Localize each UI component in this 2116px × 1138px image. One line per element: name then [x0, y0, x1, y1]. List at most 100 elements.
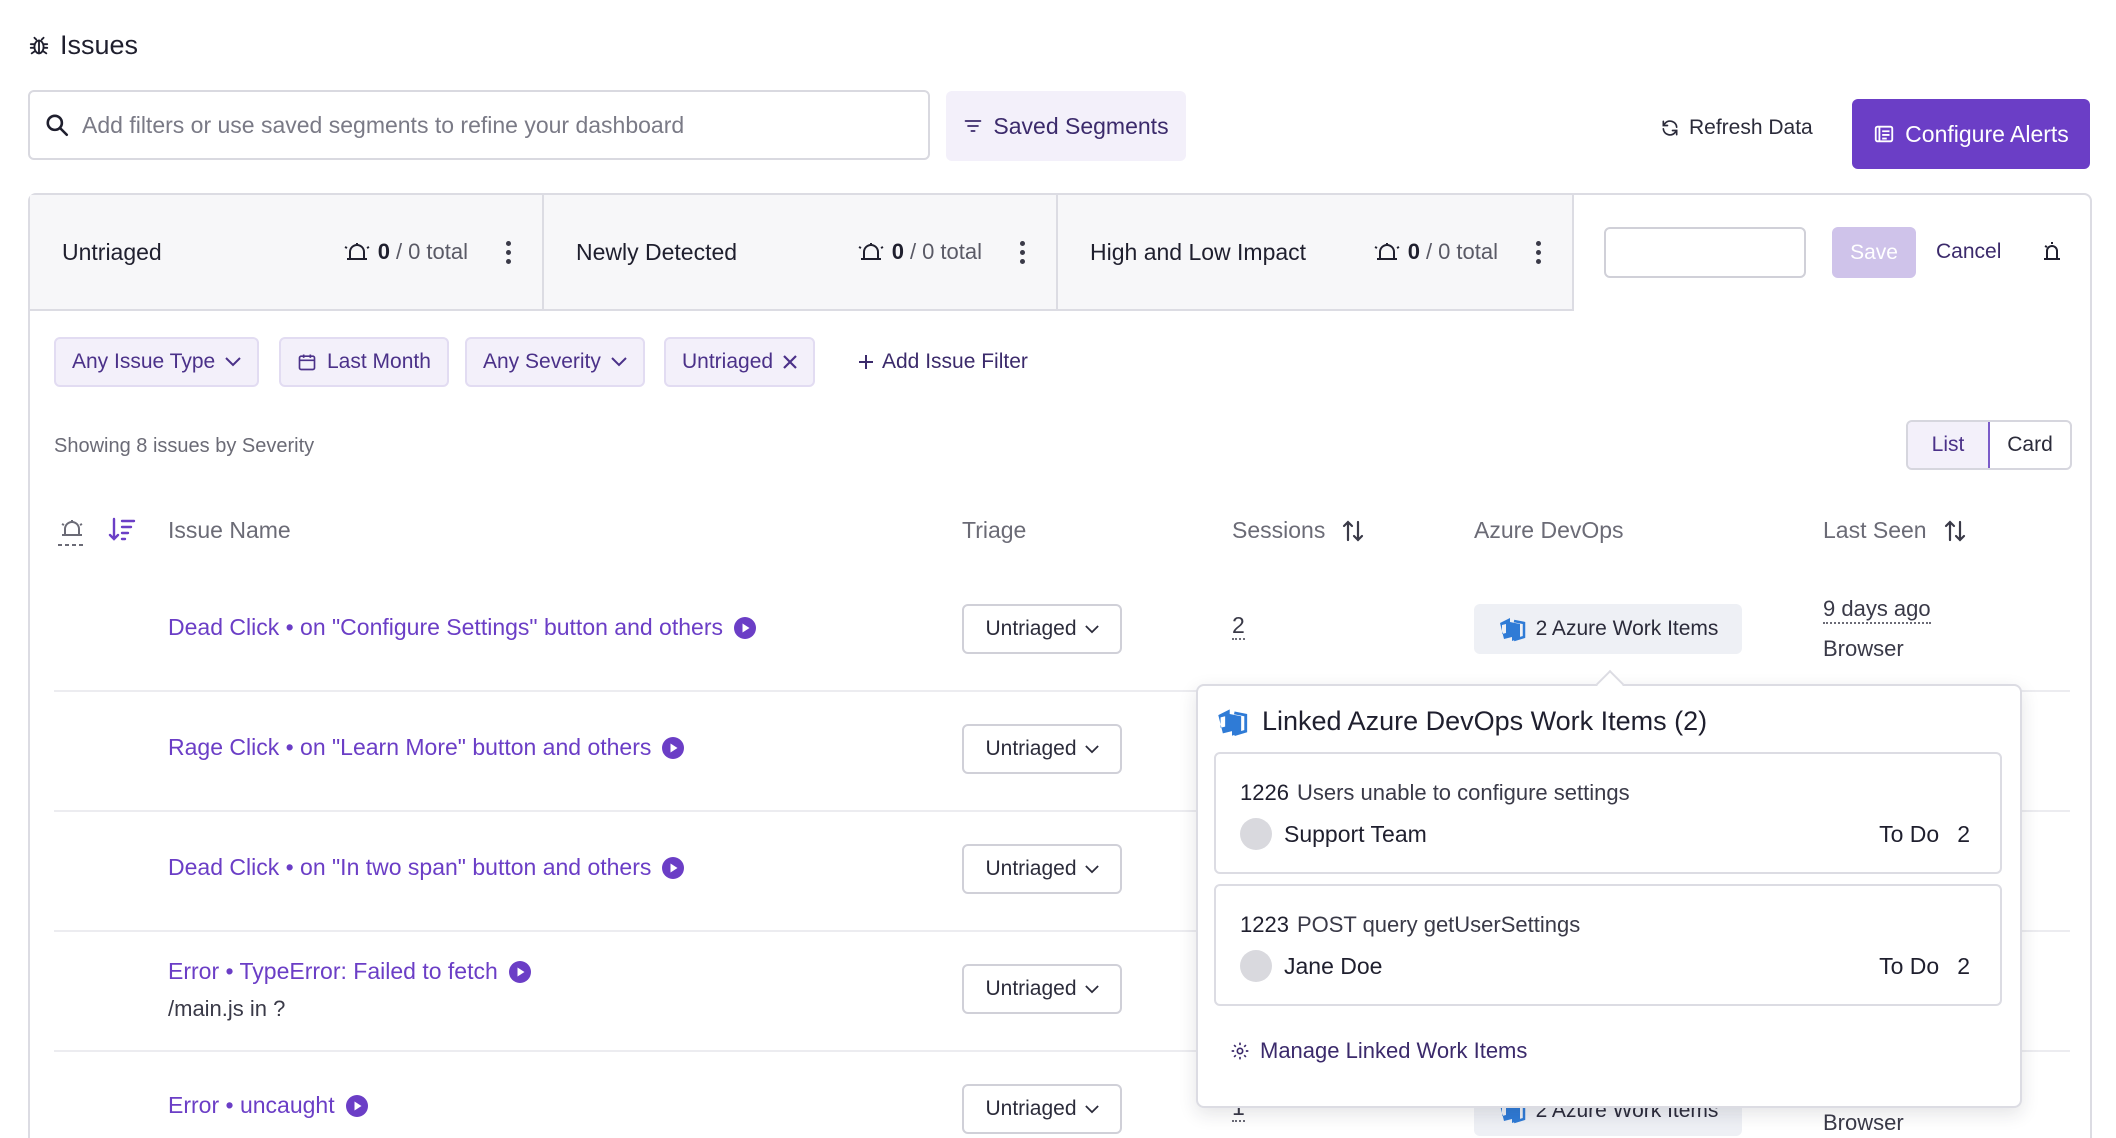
segment-tabs: Untriaged 0/0 total Newly Detected 0/0 t… [30, 195, 1574, 311]
manage-linked-work-items-link[interactable]: Manage Linked Work Items [1230, 1038, 1527, 1064]
play-icon[interactable] [508, 960, 532, 984]
work-item-count: 2 [1957, 952, 1970, 979]
triage-dropdown[interactable]: Untriaged [962, 604, 1122, 654]
issue-location: /main.js in ? [168, 996, 286, 1021]
segment-count-separator: / [395, 239, 403, 264]
results-summary: Showing 8 issues by Severity [54, 435, 315, 457]
segment-tab-newly-detected[interactable]: Newly Detected 0/0 total [544, 195, 1058, 309]
play-icon[interactable] [661, 856, 685, 880]
segment-count-value: 0 [1407, 239, 1420, 264]
issue-link[interactable]: Error • TypeError: Failed to fetch [168, 958, 532, 985]
azure-work-items-label: 2 Azure Work Items [1535, 617, 1719, 640]
segment-count-separator: / [1425, 239, 1433, 264]
date-filter-label: Last Month [327, 350, 431, 373]
segment-alert-icon[interactable] [2042, 239, 2062, 263]
issue-link[interactable]: Error • uncaught [168, 1092, 369, 1119]
bug-icon [28, 35, 50, 57]
date-filter[interactable]: Last Month [279, 337, 449, 387]
sort-icon[interactable] [1341, 519, 1365, 543]
work-item-assignee: Jane Doe [1284, 952, 1383, 979]
work-item-header: 1223 POST query getUserSettings [1240, 912, 1580, 938]
work-item-id: 1226 [1240, 780, 1289, 805]
chevron-down-icon [611, 357, 627, 367]
view-toggle: List Card [1906, 420, 2072, 470]
column-sessions[interactable]: Sessions [1232, 517, 1365, 544]
page-title: Issues [28, 30, 138, 61]
card-view-button[interactable]: Card [1990, 422, 2070, 468]
search-input[interactable] [82, 111, 902, 139]
kebab-icon[interactable] [1528, 240, 1548, 264]
search-bar[interactable] [28, 90, 930, 160]
triage-dropdown[interactable]: Untriaged [962, 964, 1122, 1014]
segment-count: 0/0 total [1372, 239, 1498, 265]
status-filter[interactable]: Untriaged [664, 337, 816, 387]
cancel-button[interactable]: Cancel [1936, 240, 2001, 264]
play-icon[interactable] [345, 1094, 369, 1118]
sort-icon[interactable] [1943, 519, 1967, 543]
plus-icon [858, 354, 874, 370]
triage-dropdown[interactable]: Untriaged [962, 724, 1122, 774]
work-item-meta: Support Team To Do 2 [1240, 818, 1970, 850]
column-triage: Triage [962, 517, 1026, 544]
alert-bell-icon [1372, 241, 1402, 263]
chevron-down-icon [1084, 744, 1099, 754]
segment-tab-high-low-impact[interactable]: High and Low Impact 0/0 total [1058, 195, 1572, 309]
refresh-data-button[interactable]: Refresh Data [1660, 116, 1813, 140]
chevron-down-icon [1084, 624, 1099, 634]
work-item-id: 1223 [1240, 912, 1289, 937]
page-title-text: Issues [60, 30, 139, 60]
sessions-count[interactable]: 2 [1232, 612, 1245, 640]
search-icon [44, 112, 70, 138]
alert-bell-icon [856, 241, 886, 263]
column-last-seen-label: Last Seen [1823, 517, 1927, 543]
last-seen-browser: Browser [1823, 1110, 1904, 1135]
filter-icon [963, 116, 983, 136]
segment-name-input[interactable] [1604, 227, 1806, 278]
avatar [1240, 818, 1272, 850]
work-item-card[interactable] [1214, 884, 2002, 1006]
issue-link[interactable]: Dead Click • on "Configure Settings" but… [168, 614, 757, 641]
triage-dropdown[interactable]: Untriaged [962, 844, 1122, 894]
triage-value: Untriaged [985, 977, 1077, 1000]
triage-value: Untriaged [985, 737, 1077, 760]
play-icon[interactable] [733, 616, 757, 640]
play-icon[interactable] [661, 736, 685, 760]
configure-alerts-button[interactable]: Configure Alerts [1852, 99, 2090, 169]
status-filter-label: Untriaged [682, 350, 774, 373]
work-item-card[interactable] [1214, 752, 2002, 874]
issue-link[interactable]: Rage Click • on "Learn More" button and … [168, 734, 685, 761]
column-azure-devops-label: Azure DevOps [1474, 517, 1624, 543]
azure-work-items-button[interactable]: 2 Azure Work Items [1474, 604, 1742, 654]
segment-count-total: 0 total [922, 239, 982, 264]
severity-filter-label: Any Severity [483, 350, 601, 373]
issue-type-filter[interactable]: Any Issue Type [54, 337, 260, 387]
save-button[interactable]: Save [1832, 227, 1916, 278]
saved-segments-button[interactable]: Saved Segments [946, 91, 1186, 161]
list-view-button[interactable]: List [1908, 422, 1990, 468]
close-icon[interactable] [783, 355, 797, 369]
work-item-status: To Do [1879, 952, 1940, 979]
last-seen-browser: Browser [1823, 636, 1904, 661]
sort-severity-icon[interactable] [108, 517, 136, 543]
kebab-icon[interactable] [498, 240, 518, 264]
issue-link[interactable]: Dead Click • on "In two span" button and… [168, 854, 685, 881]
issue-name: Error • uncaught [168, 1092, 335, 1118]
triage-dropdown[interactable]: Untriaged [962, 1084, 1122, 1134]
column-last-seen[interactable]: Last Seen [1823, 517, 1967, 544]
work-item-meta: Jane Doe To Do 2 [1240, 950, 1970, 982]
popover-title-text: Linked Azure DevOps Work Items (2) [1262, 706, 1708, 736]
alert-column-icon[interactable] [56, 515, 88, 547]
segment-count: 0/0 total [342, 239, 468, 265]
segment-tab-untriaged[interactable]: Untriaged 0/0 total [30, 195, 544, 309]
severity-filter[interactable]: Any Severity [465, 337, 645, 387]
issue-type-filter-label: Any Issue Type [72, 350, 216, 373]
gear-icon [1230, 1041, 1250, 1061]
add-issue-filter-button[interactable]: Add Issue Filter [858, 350, 1028, 374]
triage-value: Untriaged [985, 617, 1077, 640]
kebab-icon[interactable] [1012, 240, 1032, 264]
chevron-down-icon [1084, 1104, 1099, 1114]
alert-bell-icon [342, 241, 372, 263]
manage-linked-work-items-label: Manage Linked Work Items [1260, 1038, 1528, 1063]
azure-devops-icon [1216, 707, 1248, 737]
column-azure-devops: Azure DevOps [1474, 517, 1624, 544]
